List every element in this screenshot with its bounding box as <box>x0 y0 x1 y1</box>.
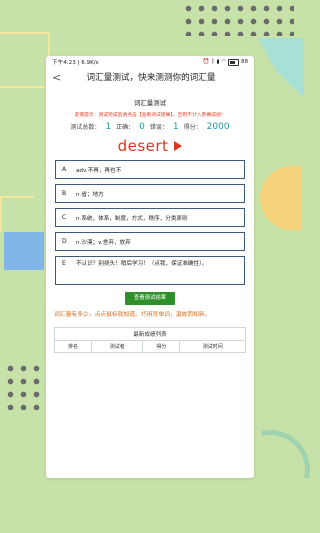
leaderboard-caption: 最新成绩列表 <box>54 327 246 341</box>
option-text: n.系统，体系，制度，方式，秩序，分类原则 <box>76 215 188 222</box>
status-icons: ⏰ ᛒ ▮ ◠ 88 <box>202 58 248 66</box>
decor-yellow-semicircle <box>260 166 302 230</box>
signal-icon: ▮ <box>216 59 220 65</box>
status-bar: 下午4:23 | 6.9K/s ⏰ ᛒ ▮ ◠ 88 <box>46 56 254 68</box>
decor-blue-square <box>4 232 44 270</box>
option-d[interactable]: D n.沙漠；v.舍弃，放弃 <box>55 232 245 251</box>
option-text: adv.不再，再也不 <box>76 167 122 174</box>
option-a[interactable]: A adv.不再，再也不 <box>55 160 245 179</box>
decor-yellow-outline <box>0 196 34 232</box>
title-bar: < 词汇量测试，快来测测你的词汇量 <box>46 68 254 86</box>
wrong-label: 错误： <box>149 124 168 131</box>
option-e[interactable]: E 不认识？别挠头！稍后学习！（点我，保证准确性）。 <box>55 256 245 285</box>
page-title: 词汇量测试，快来测测你的词汇量 <box>86 73 216 83</box>
wrong-value: 1 <box>172 122 179 132</box>
option-text: n.沙漠；v.舍弃，放弃 <box>76 239 131 246</box>
leaderboard-header-row: 排名 测试者 得分 测试时间 <box>53 340 246 353</box>
back-icon[interactable]: < <box>52 71 66 84</box>
word-row: desert <box>46 137 254 155</box>
play-audio-icon[interactable] <box>174 141 183 151</box>
decor-teal-shape <box>258 38 304 98</box>
score-value: 2000 <box>206 122 230 132</box>
status-time: 下午4:23 | 6.9K/s <box>52 60 99 66</box>
alarm-icon: ⏰ <box>202 59 210 65</box>
option-letter: E <box>62 260 66 267</box>
column-header: 排名 <box>53 340 93 353</box>
option-letter: D <box>62 238 67 245</box>
option-text: 不认识？别挠头！稍后学习！（点我，保证准确性）。 <box>76 261 208 267</box>
view-result-button[interactable]: 查看测试结果 <box>125 292 175 305</box>
hint-text: 词汇量有多少，点点鼠标就知道。巧用背单词，温故而知新。 <box>54 312 211 318</box>
test-word: desert <box>117 137 169 155</box>
option-letter: A <box>62 166 67 173</box>
option-letter: C <box>62 214 67 221</box>
option-b[interactable]: B n.省；地方 <box>55 184 245 203</box>
score-label: 得分： <box>183 124 202 131</box>
battery-icon <box>228 58 240 66</box>
leaderboard-table: 最新成绩列表 排名 测试者 得分 测试时间 <box>53 327 246 353</box>
column-header: 得分 <box>142 340 181 353</box>
correct-label: 正确： <box>116 124 135 131</box>
bluetooth-icon: ᛒ <box>211 59 215 65</box>
phone-screen: 下午4:23 | 6.9K/s ⏰ ᛒ ▮ ◠ 88 < 词汇量测试，快来测测你… <box>46 56 254 478</box>
option-letter: B <box>62 190 67 197</box>
total-value: 1 <box>105 122 112 132</box>
stats-row: 测试总数： 1 正确： 0 错误： 1 得分： 2000 <box>46 122 254 132</box>
decor-dots-top-right <box>182 2 294 36</box>
battery-level: 88 <box>241 59 248 65</box>
option-text: n.省；地方 <box>76 191 104 198</box>
tip-text: 友情提示：测试完成后请点击【查看测试结果】，否则不计入参赛成绩！ <box>74 113 226 118</box>
section-title: 词汇量测试 <box>134 99 166 107</box>
decor-outline-square <box>0 32 50 88</box>
wifi-icon: ◠ <box>221 59 227 65</box>
correct-value: 0 <box>139 122 145 132</box>
column-header: 测试者 <box>91 340 144 353</box>
column-header: 测试时间 <box>179 340 246 353</box>
decor-dots-bottom-left <box>4 362 46 410</box>
total-label: 测试总数： <box>70 124 101 131</box>
option-c[interactable]: C n.系统，体系，制度，方式，秩序，分类原则 <box>55 208 245 227</box>
